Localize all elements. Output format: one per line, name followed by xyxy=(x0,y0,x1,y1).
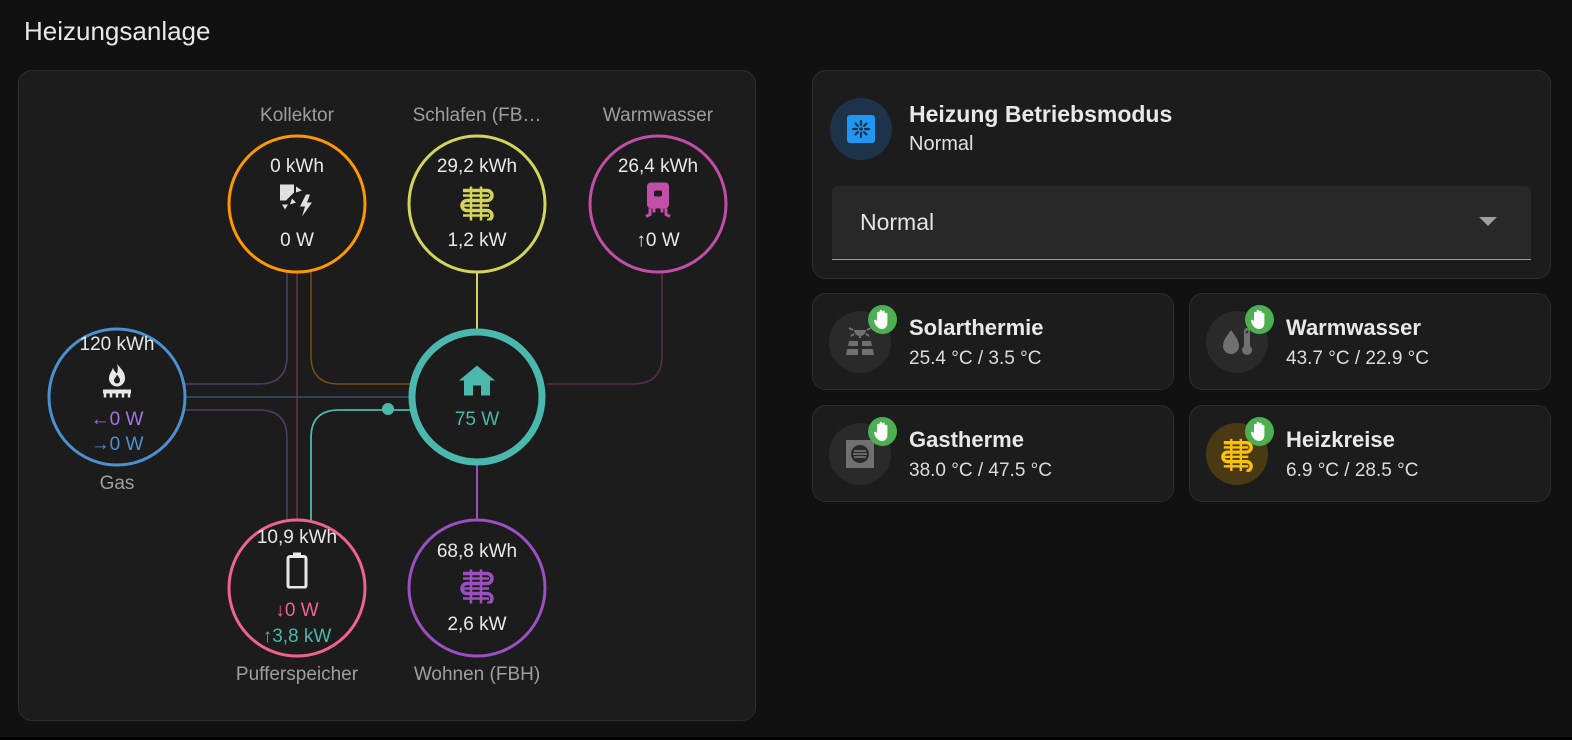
line-puffer-home xyxy=(310,409,411,520)
arrow-up-icon: ↑ xyxy=(262,626,273,647)
mode-select[interactable]: Normal xyxy=(832,186,1531,260)
node-puffer-energy[interactable]: 10,9 kWh xyxy=(227,527,367,549)
node-wohnen-label: Wohnen (FBH) xyxy=(413,664,541,685)
manual-mode-badge xyxy=(868,305,897,334)
node-puffer-out: ↑3,8 kW xyxy=(262,626,332,647)
tile-title: Warmwasser xyxy=(1286,315,1421,340)
heating-mode-card: Heizung Betriebsmodus Normal Normal xyxy=(812,70,1551,279)
node-gas-in: ←0 W xyxy=(90,409,144,430)
mode-icon-button[interactable] xyxy=(830,98,892,160)
arrow-down-icon: ↓ xyxy=(275,600,285,621)
line-home-warmwasser xyxy=(547,272,663,385)
heat-pump-icon xyxy=(847,115,875,143)
node-wohnen-power: 2,6 kW xyxy=(447,614,507,635)
solar-power-icon xyxy=(278,183,316,222)
battery-icon xyxy=(286,552,308,594)
node-home-power[interactable]: 75 W xyxy=(407,409,547,431)
flow-dot xyxy=(382,403,394,415)
node-gas-out: →0 W xyxy=(90,434,144,455)
tile-solarthermie[interactable]: Solarthermie 25.4 °C / 3.5 °C xyxy=(812,293,1174,390)
manual-mode-badge xyxy=(868,417,897,446)
node-warmwasser-power: ↑0 W xyxy=(636,230,680,251)
boiler-icon xyxy=(846,440,874,468)
node-wohnen-energy[interactable]: 68,8 kWh xyxy=(407,541,547,563)
tile-title: Solarthermie xyxy=(909,315,1044,340)
node-gas-label: Gas xyxy=(99,473,135,494)
mode-title: Heizung Betriebsmodus xyxy=(909,101,1173,127)
tile-gastherme[interactable]: Gastherme 38.0 °C / 47.5 °C xyxy=(812,405,1174,502)
water-boiler-icon xyxy=(645,182,671,224)
node-kollektor-label: Kollektor xyxy=(260,105,334,126)
page-title: Heizungsanlage xyxy=(24,16,211,46)
node-puffer-in: ↓0 W xyxy=(275,600,319,621)
node-warmwasser-energy[interactable]: 26,4 kWh xyxy=(588,156,728,178)
node-warmwasser-label: Warmwasser xyxy=(602,105,714,126)
manual-mode-badge xyxy=(1245,305,1274,334)
gas-burner-icon xyxy=(101,362,133,403)
node-schlafen-label: Schlafen (FB… xyxy=(412,105,542,126)
node-puffer-label: Pufferspeicher xyxy=(235,664,359,685)
hand-icon xyxy=(1250,421,1265,441)
line-kollektor-home xyxy=(310,272,411,385)
node-kollektor-power: 0 W xyxy=(280,230,314,251)
tile-title: Gastherme xyxy=(909,427,1024,452)
line-gas-puffer xyxy=(185,409,288,520)
arrow-right-icon: → xyxy=(90,434,110,455)
tile-heizkreise[interactable]: Heizkreise 6.9 °C / 28.5 °C xyxy=(1189,405,1551,502)
heating-coil-icon xyxy=(459,568,495,609)
hand-icon xyxy=(873,309,888,329)
node-schlafen-power: 1,2 kW xyxy=(447,230,507,251)
hand-icon xyxy=(873,421,888,441)
node-schlafen-energy[interactable]: 29,2 kWh xyxy=(407,156,547,178)
dropdown-arrow-icon xyxy=(1479,217,1497,226)
home-icon xyxy=(459,365,495,401)
manual-mode-badge xyxy=(1245,417,1274,446)
mode-select-value: Normal xyxy=(860,209,935,235)
tile-title: Heizkreise xyxy=(1286,427,1395,452)
arrow-left-icon: ← xyxy=(90,409,110,430)
node-kollektor-energy[interactable]: 0 kWh xyxy=(227,156,367,178)
tile-value: 43.7 °C / 22.9 °C xyxy=(1286,348,1429,369)
heating-flow-card: Kollektor 0 kWh 0 W Schlafen (FB… 29,2 k… xyxy=(18,70,756,721)
tile-value: 6.9 °C / 28.5 °C xyxy=(1286,460,1419,481)
node-gas-energy[interactable]: 120 kWh xyxy=(47,334,187,356)
tile-value: 25.4 °C / 3.5 °C xyxy=(909,348,1042,369)
mode-state: Normal xyxy=(909,133,974,155)
hand-icon xyxy=(1250,309,1265,329)
tile-warmwasser[interactable]: Warmwasser 43.7 °C / 22.9 °C xyxy=(1189,293,1551,390)
arrow-up-icon: ↑ xyxy=(636,230,646,251)
line-gas-kollektor xyxy=(185,272,288,385)
tile-value: 38.0 °C / 47.5 °C xyxy=(909,460,1052,481)
heating-coil-icon xyxy=(459,185,495,226)
